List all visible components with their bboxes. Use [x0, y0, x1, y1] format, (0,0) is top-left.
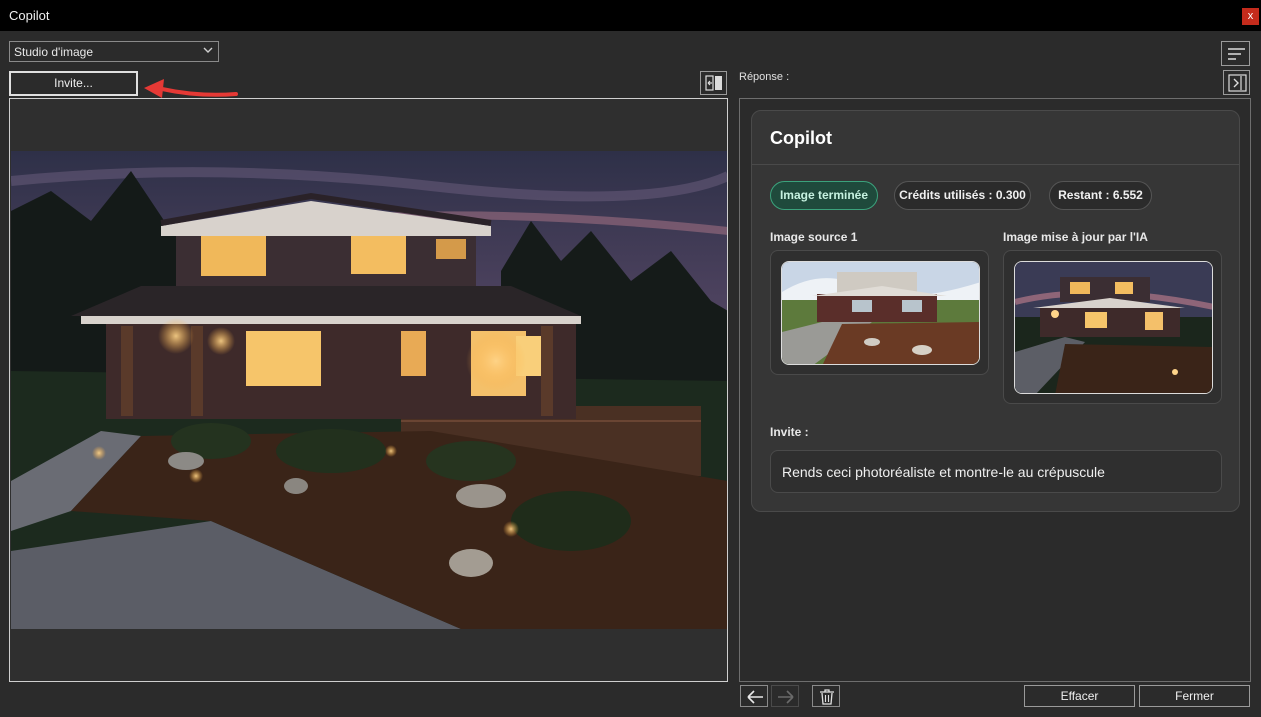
arrow-right-icon — [778, 690, 794, 704]
window-title: Copilot — [9, 8, 50, 23]
source-image-card[interactable] — [770, 250, 989, 375]
mode-select[interactable]: Studio d'image — [9, 41, 219, 62]
status-badge: Image terminée — [770, 181, 878, 210]
invite-button[interactable]: Invite... — [9, 71, 138, 96]
prompt-label: Invite : — [770, 425, 809, 439]
arrow-left-icon — [747, 690, 763, 704]
back-button[interactable] — [740, 685, 768, 707]
copilot-card: Copilot Image terminée Crédits utilisés … — [751, 110, 1240, 512]
card-divider — [752, 164, 1239, 165]
rendered-house-image — [11, 151, 727, 629]
title-bar: Copilot x — [0, 0, 1261, 31]
prompt-text-box: Rends ceci photoréaliste et montre-le au… — [770, 450, 1222, 493]
remaining-badge: Restant : 6.552 — [1049, 181, 1152, 210]
swap-panel-icon — [705, 75, 722, 91]
close-window-button[interactable]: x — [1242, 8, 1259, 25]
source-image-label: Image source 1 — [770, 230, 858, 244]
credits-used-badge: Crédits utilisés : 0.300 — [894, 181, 1031, 210]
response-panel: Copilot Image terminée Crédits utilisés … — [739, 98, 1251, 682]
collapse-panel-button[interactable] — [1223, 70, 1250, 95]
forward-button[interactable] — [771, 685, 799, 707]
image-preview-panel — [9, 98, 728, 682]
collapse-right-icon — [1228, 74, 1247, 92]
trash-icon — [820, 689, 834, 705]
updated-image-thumbnail — [1014, 261, 1213, 394]
delete-button[interactable] — [812, 685, 840, 707]
menu-button[interactable] — [1221, 41, 1250, 66]
updated-image-label: Image mise à jour par l'IA — [1003, 230, 1148, 244]
clear-button[interactable]: Effacer — [1024, 685, 1135, 707]
source-image-thumbnail — [781, 261, 980, 365]
close-button[interactable]: Fermer — [1139, 685, 1250, 707]
response-label: Réponse : — [739, 71, 790, 83]
card-title: Copilot — [770, 128, 832, 148]
chevron-down-icon — [203, 47, 213, 53]
mode-select-value: Studio d'image — [14, 45, 94, 59]
updated-image-card[interactable] — [1003, 250, 1222, 404]
close-icon: x — [1247, 10, 1254, 22]
menu-lines-icon — [1228, 48, 1245, 60]
swap-panel-button[interactable] — [700, 71, 727, 95]
